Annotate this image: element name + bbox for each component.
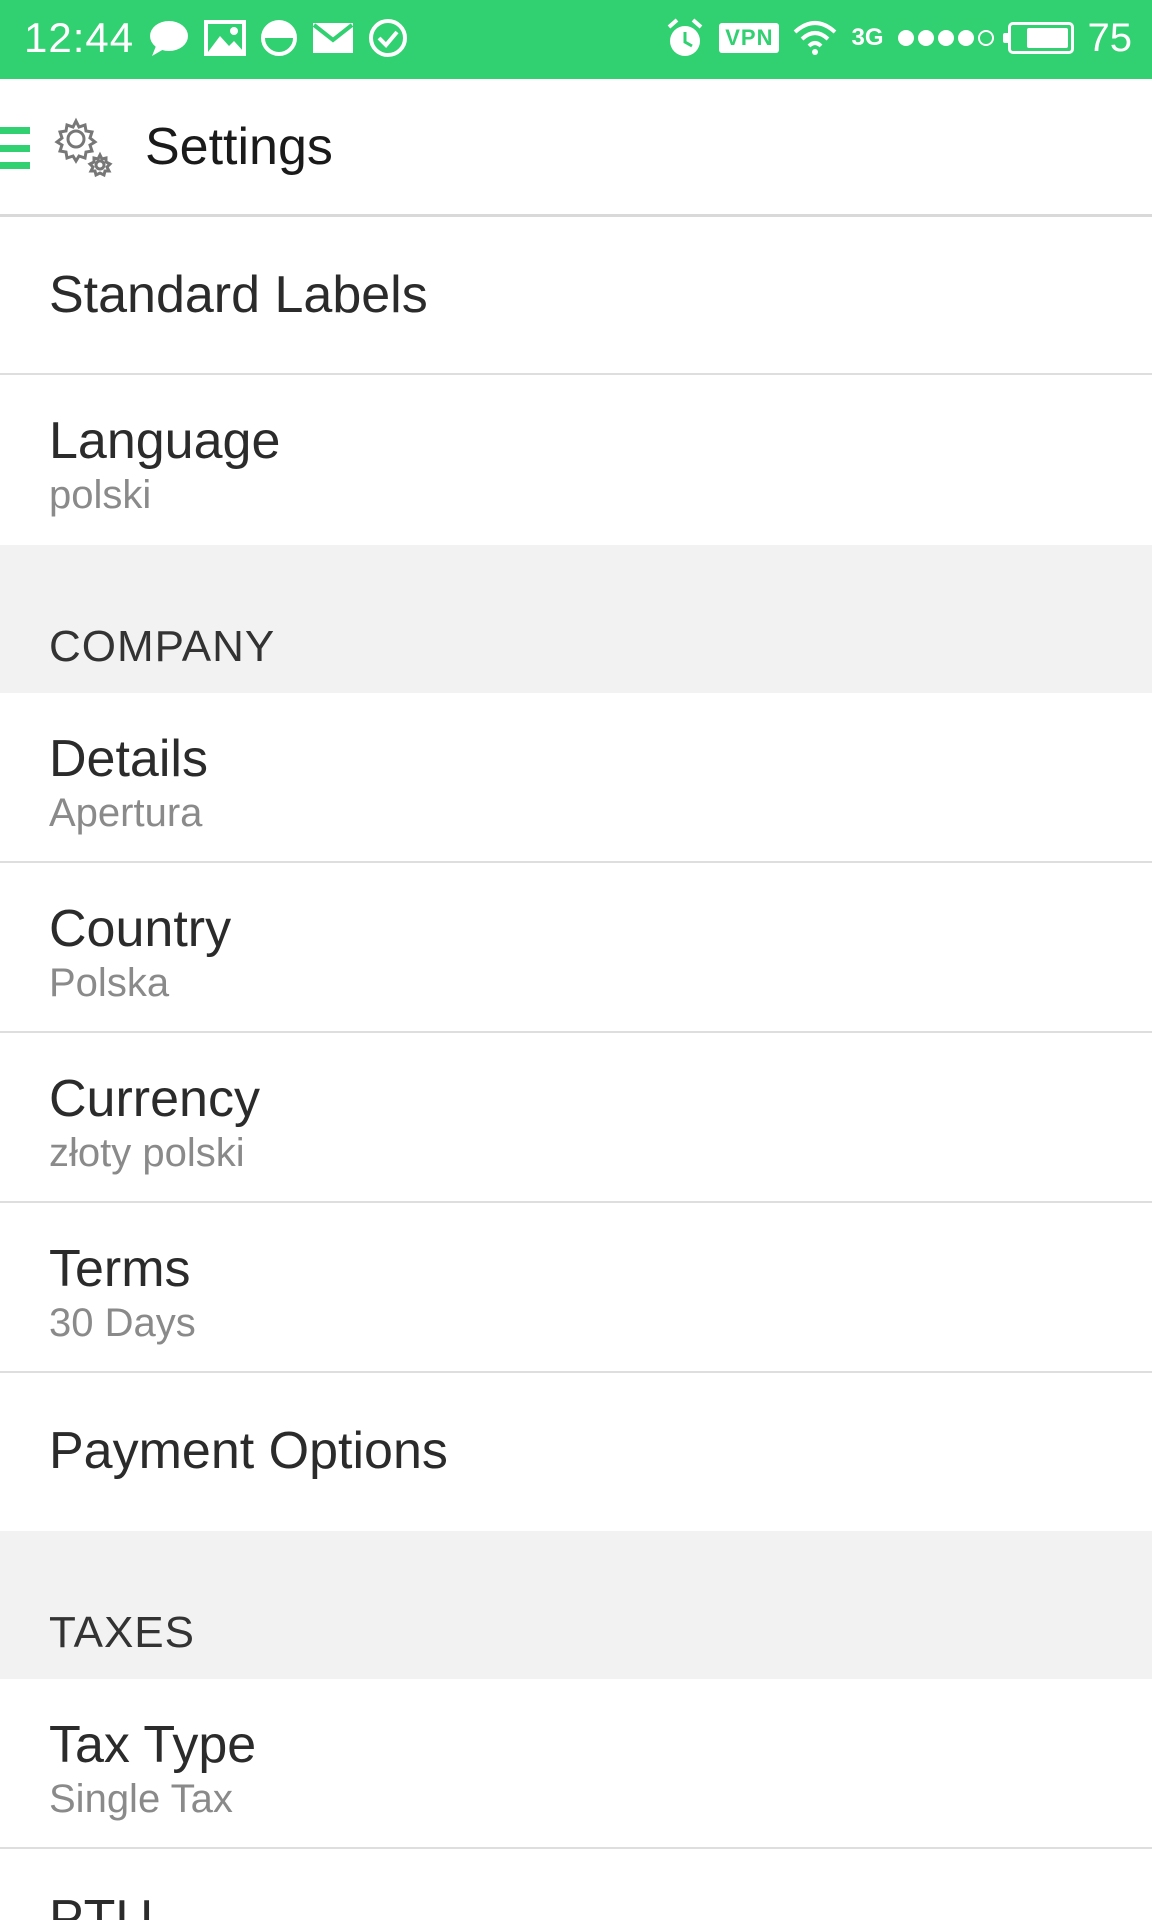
setting-title: Standard Labels <box>49 266 428 324</box>
setting-title: Payment Options <box>49 1422 448 1480</box>
network-type: 3G <box>851 24 884 51</box>
mail-icon <box>312 22 354 54</box>
setting-currency[interactable]: Currency złoty polski <box>0 1033 1152 1203</box>
setting-value: Single Tax <box>49 1777 233 1821</box>
setting-tax-type[interactable]: Tax Type Single Tax <box>0 1679 1152 1849</box>
setting-standard-labels[interactable]: Standard Labels <box>0 217 1152 375</box>
image-icon <box>204 20 246 56</box>
half-circle-icon <box>260 19 298 57</box>
section-header-label: COMPANY <box>49 622 276 671</box>
section-header-label: TAXES <box>49 1608 196 1657</box>
setting-title: Tax Type <box>49 1716 257 1774</box>
status-bar: 12:44 VPN 3G 75 <box>0 0 1152 79</box>
setting-title: Country <box>49 900 232 958</box>
alarm-icon <box>665 17 705 59</box>
settings-list: Standard Labels Language polski COMPANY … <box>0 217 1152 1920</box>
wifi-icon <box>793 20 837 56</box>
page-title: Settings <box>145 118 333 176</box>
vpn-badge: VPN <box>719 23 780 53</box>
setting-title: Language <box>49 412 281 470</box>
setting-value: Apertura <box>49 791 203 835</box>
setting-title: Currency <box>49 1070 260 1128</box>
setting-country[interactable]: Country Polska <box>0 863 1152 1033</box>
setting-terms[interactable]: Terms 30 Days <box>0 1203 1152 1373</box>
setting-title: Details <box>49 730 208 788</box>
setting-value: 30 Days <box>49 1301 196 1345</box>
battery-icon <box>1002 22 1074 54</box>
check-circle-icon <box>368 18 408 58</box>
app-bar: Settings <box>0 79 1152 217</box>
section-header-company: COMPANY <box>0 545 1152 693</box>
setting-title: PTU <box>49 1890 153 1920</box>
battery-percent: 75 <box>1087 16 1133 60</box>
chat-bubble-icon <box>148 18 190 58</box>
signal-strength-icon <box>897 30 994 46</box>
setting-partial-item[interactable]: PTU <box>0 1849 1152 1920</box>
section-header-taxes: TAXES <box>0 1531 1152 1679</box>
battery-fill <box>1027 28 1068 48</box>
setting-value: polski <box>49 473 152 517</box>
gears-icon <box>54 117 113 178</box>
setting-language[interactable]: Language polski <box>0 375 1152 545</box>
setting-payment-options[interactable]: Payment Options <box>0 1373 1152 1531</box>
notification-icons <box>148 18 408 58</box>
setting-details[interactable]: Details Apertura <box>0 693 1152 863</box>
status-time: 12:44 <box>24 14 135 61</box>
status-right-cluster: VPN 3G 75 <box>665 12 1132 64</box>
setting-title: Terms <box>49 1240 191 1298</box>
setting-value: złoty polski <box>49 1131 245 1175</box>
setting-value: Polska <box>49 961 170 1005</box>
hamburger-menu-icon[interactable] <box>0 127 30 169</box>
